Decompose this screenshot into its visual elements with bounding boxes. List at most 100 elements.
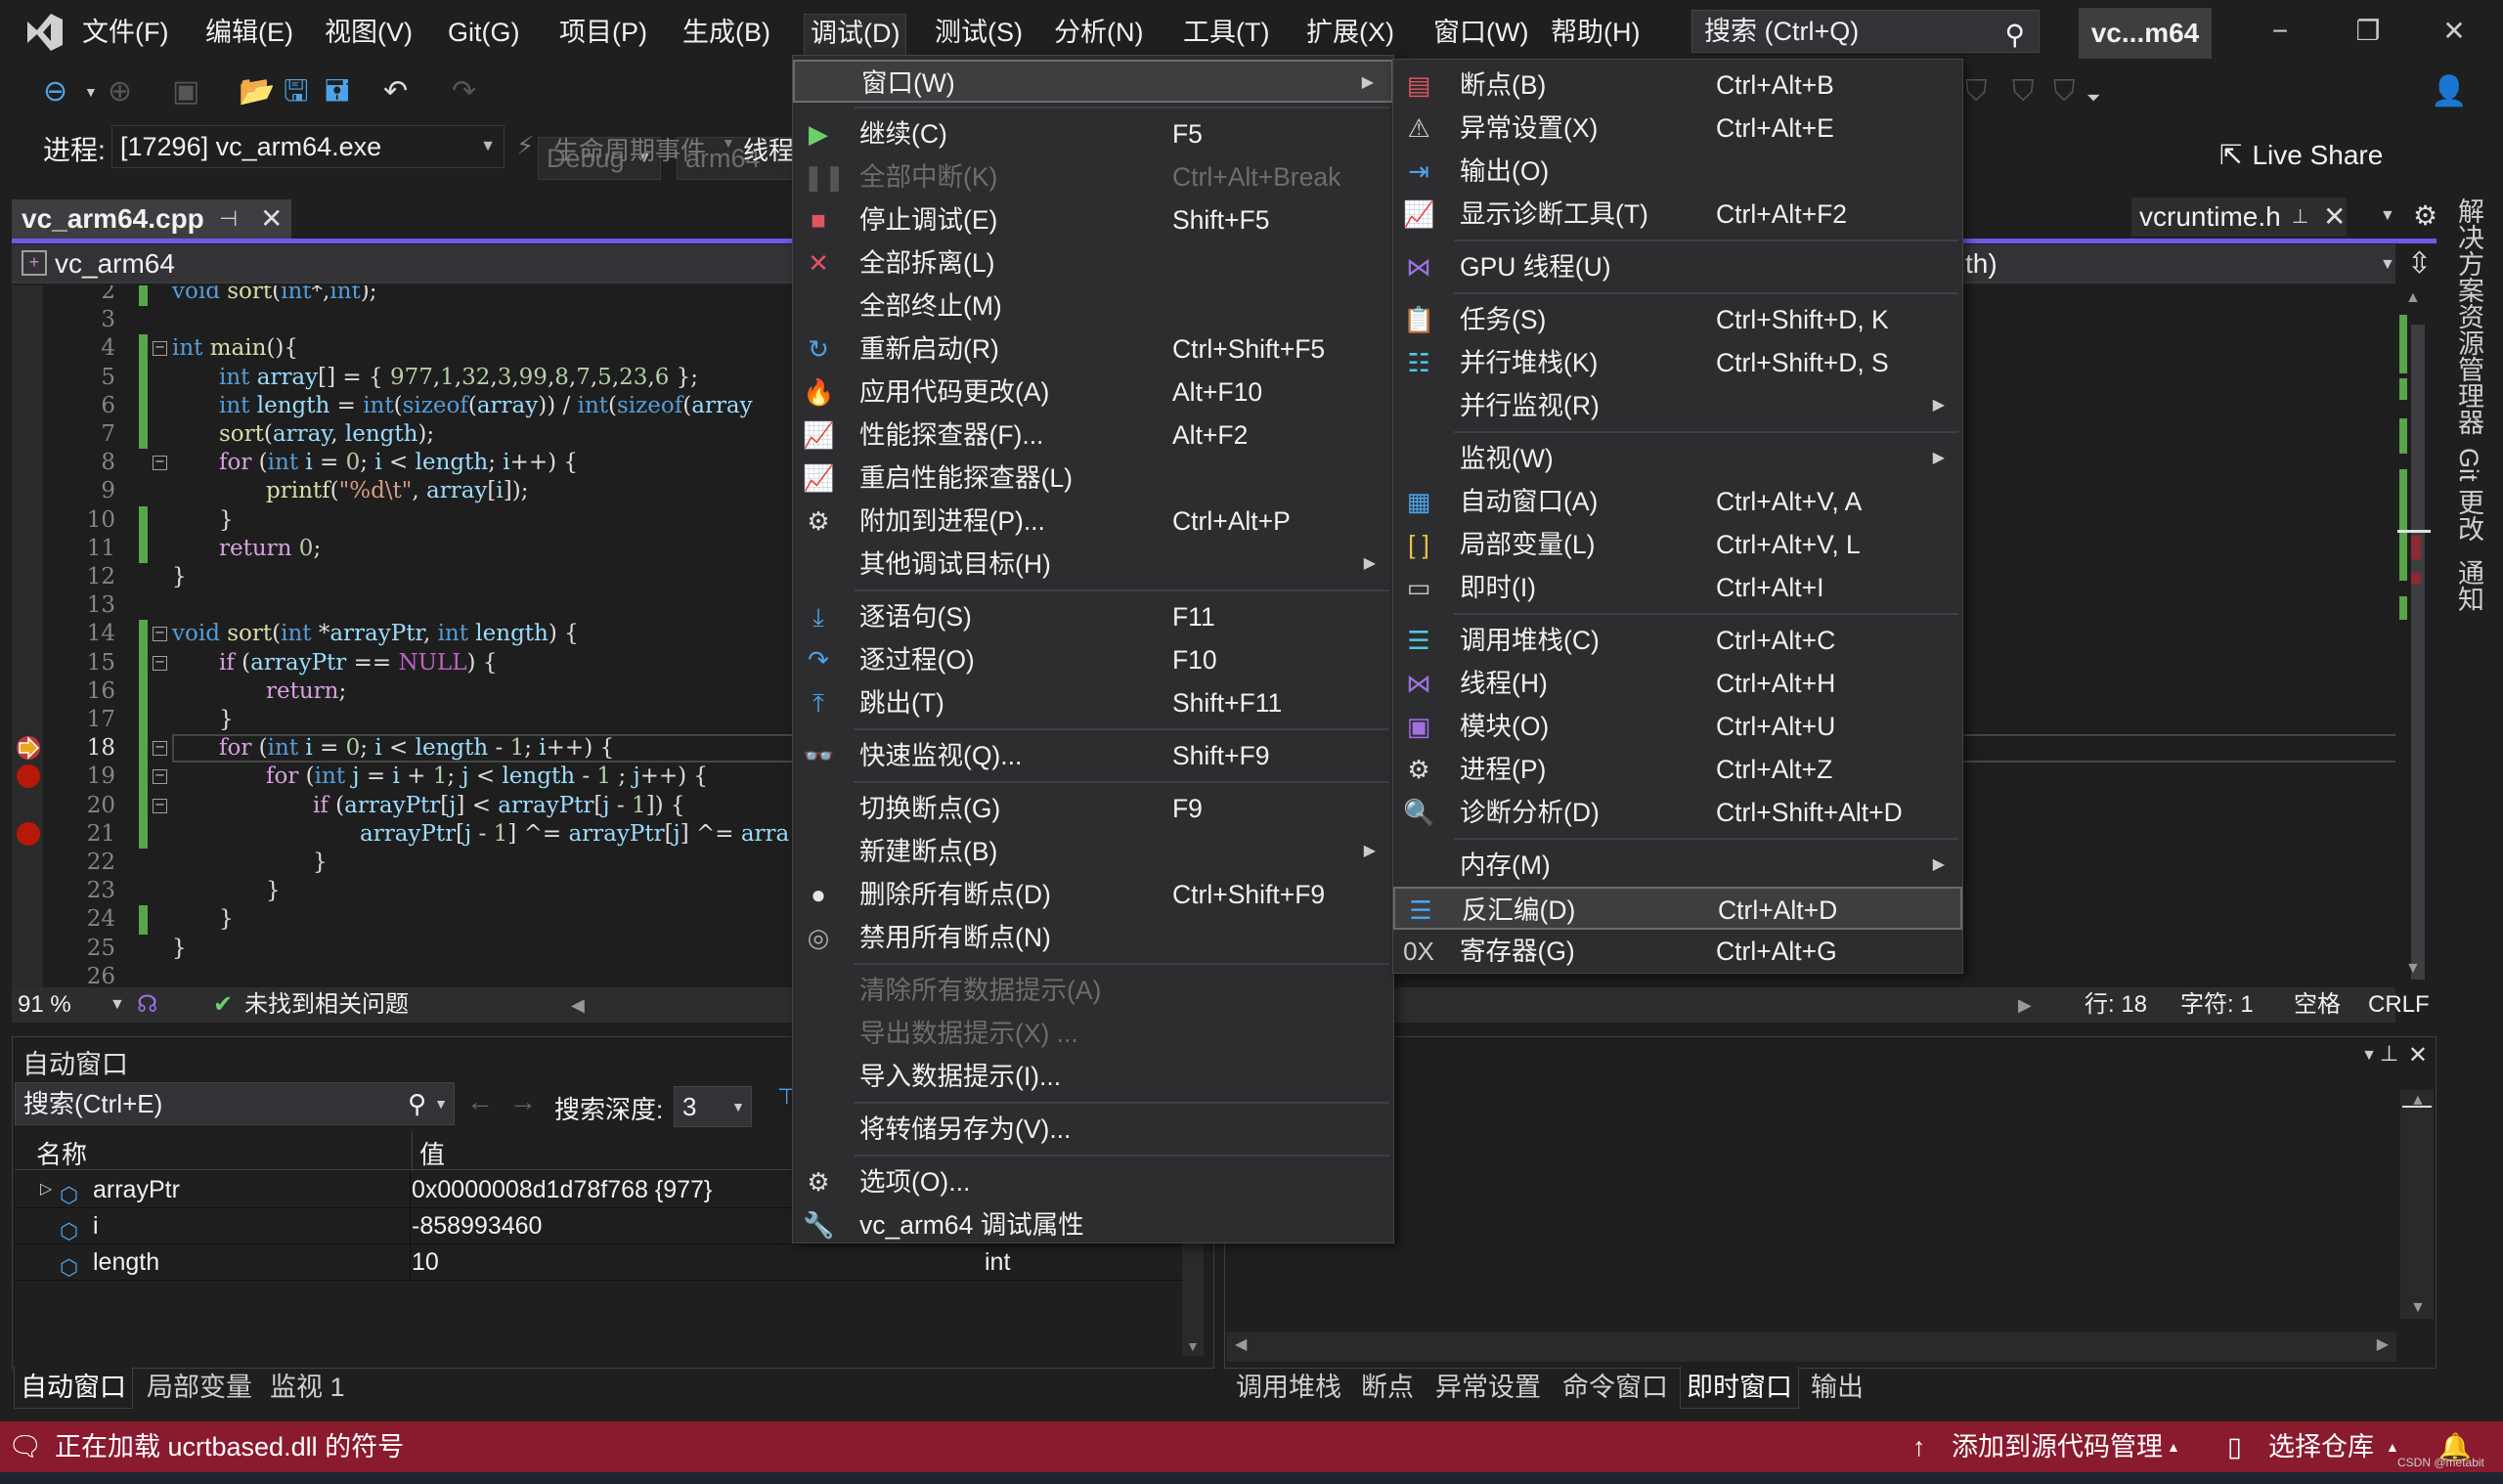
save-icon[interactable]: 🖫: [284, 72, 309, 111]
pin-icon[interactable]: ⊥: [2292, 197, 2308, 237]
debug-menu-item[interactable]: 其他调试目标(H) ▶: [793, 543, 1393, 586]
search-back-icon[interactable]: ←: [466, 1086, 494, 1117]
project-dropdown[interactable]: vc_arm64: [55, 244, 175, 284]
panel-menu-dropdown-icon[interactable]: ▼: [2361, 1047, 2377, 1065]
window-submenu-item[interactable]: 内存(M) ▶: [1393, 844, 1962, 887]
navigate-back-icon[interactable]: ⊖: [43, 72, 67, 111]
bottom-tab-left-2[interactable]: 监视 1: [264, 1367, 351, 1408]
debug-menu-item[interactable]: ● 删除所有断点(D) Ctrl+Shift+F9: [793, 873, 1393, 916]
window-submenu-item[interactable]: [ ] 局部变量(L) Ctrl+Alt+V, L: [1393, 523, 1962, 566]
window-submenu-item[interactable]: ▤ 断点(B) Ctrl+Alt+B: [1393, 64, 1962, 107]
solution-name-badge[interactable]: vc...m64: [2079, 8, 2212, 59]
glyph-margin[interactable]: [12, 285, 43, 987]
menu-1[interactable]: 编辑(E): [199, 14, 299, 53]
debug-menu-item[interactable]: ◎ 禁用所有断点(N): [793, 916, 1393, 959]
minimize-button[interactable]: −: [2261, 12, 2300, 51]
debug-menu-item[interactable]: 新建断点(B) ▶: [793, 830, 1393, 873]
close-tab-icon[interactable]: ✕: [2323, 197, 2346, 237]
autos-row[interactable]: ⬡ length 10 int: [15, 1244, 1186, 1281]
intellicode-icon[interactable]: ☊: [137, 987, 157, 1023]
bookmark-next-icon[interactable]: ⛉: [2012, 72, 2035, 111]
indent-mode-status[interactable]: 空格: [2294, 987, 2341, 1023]
open-folder-icon[interactable]: 📂: [239, 72, 275, 111]
undo-icon[interactable]: ↶: [383, 72, 408, 111]
debug-menu-item[interactable]: 导入数据提示(I)...: [793, 1055, 1393, 1098]
column-header-name[interactable]: 名称: [36, 1135, 87, 1171]
settings-gear-icon[interactable]: ⚙: [2413, 199, 2437, 232]
debug-menu-item[interactable]: 📈 重启性能探查器(L): [793, 457, 1393, 500]
debug-menu-item[interactable]: 切换断点(G) F9: [793, 787, 1393, 830]
side-tab-notifications[interactable]: 通知: [2450, 559, 2488, 612]
window-submenu-item[interactable]: 📋 任务(S) Ctrl+Shift+D, K: [1393, 298, 1962, 341]
column-divider[interactable]: [412, 1131, 413, 1170]
bookmark-icon[interactable]: ⛉: [1965, 72, 1988, 111]
fold-toggle-icon[interactable]: −: [153, 456, 167, 471]
search-depth-dropdown[interactable]: 3 ▼: [674, 1086, 752, 1127]
debug-menu-item[interactable]: 🔧 vc_arm64 调试属性: [793, 1203, 1393, 1246]
editor-vertical-scrollbar[interactable]: ▲ ▼: [2397, 285, 2431, 987]
immediate-vertical-scrollbar[interactable]: ▲ ▼: [2400, 1090, 2434, 1319]
menu-5[interactable]: 生成(B): [677, 14, 776, 53]
breakpoint-icon[interactable]: [17, 764, 40, 789]
window-submenu-item[interactable]: 📈 显示诊断工具(T) Ctrl+Alt+F2: [1393, 193, 1962, 236]
menu-4[interactable]: 项目(P): [553, 14, 653, 53]
scroll-thumb[interactable]: [2402, 1106, 2432, 1108]
instruction-pointer-icon[interactable]: [16, 736, 41, 761]
close-tab-icon[interactable]: ✕: [260, 199, 283, 239]
bottom-tab-right-0[interactable]: 调用堆栈: [1230, 1367, 1347, 1408]
window-submenu-item[interactable]: ⇥ 输出(O): [1393, 150, 1962, 193]
debug-menu-item[interactable]: 窗口(W) ▶: [793, 60, 1393, 103]
new-project-icon[interactable]: ▣: [172, 72, 199, 111]
breakpoint-icon[interactable]: [17, 821, 40, 846]
bottom-tab-right-4[interactable]: 即时窗口: [1680, 1367, 1799, 1409]
process-dropdown[interactable]: [17296] vc_arm64.exe ▼: [111, 125, 505, 168]
scroll-thumb[interactable]: [2411, 325, 2425, 980]
scroll-left-icon[interactable]: ◀: [1235, 1334, 1247, 1354]
window-submenu-item[interactable]: 并行监视(R) ▶: [1393, 384, 1962, 427]
menu-2[interactable]: 视图(V): [319, 14, 418, 53]
debug-menu-item[interactable]: ↻ 重新启动(R) Ctrl+Shift+F5: [793, 327, 1393, 371]
menu-0[interactable]: 文件(F): [76, 14, 174, 53]
side-tab-solution-explorer[interactable]: 解决方案资源管理器: [2450, 197, 2488, 435]
pin-icon[interactable]: ⊣: [219, 199, 238, 239]
line-number-status[interactable]: 行: 18: [2085, 987, 2147, 1023]
column-header-value[interactable]: 值: [419, 1135, 445, 1171]
debug-menu-item[interactable]: ↷ 逐过程(O) F10: [793, 638, 1393, 681]
debug-menu-item[interactable]: ▶ 继续(C) F5: [793, 112, 1393, 155]
split-editor-icon[interactable]: ⇳: [2407, 246, 2432, 281]
zoom-level-dropdown[interactable]: 91 %: [18, 987, 71, 1023]
menu-7[interactable]: 测试(S): [929, 14, 1029, 53]
window-submenu-item[interactable]: ☰ 反汇编(D) Ctrl+Alt+D: [1393, 887, 1962, 930]
menu-9[interactable]: 工具(T): [1177, 14, 1275, 53]
fold-toggle-icon[interactable]: −: [153, 769, 167, 785]
select-repository-button[interactable]: 选择仓库: [2268, 1421, 2374, 1472]
scroll-down-icon[interactable]: ▼: [1186, 1338, 1200, 1354]
tab-vcruntime-h[interactable]: vcruntime.h ⊥ ✕: [2131, 197, 2347, 237]
feedback-chat-icon[interactable]: 🗨: [8, 1421, 43, 1472]
fold-toggle-icon[interactable]: −: [153, 741, 167, 757]
window-submenu-item[interactable]: ☷ 并行堆栈(K) Ctrl+Shift+D, S: [1393, 341, 1962, 384]
fold-toggle-icon[interactable]: −: [153, 627, 167, 642]
pin-icon[interactable]: ⊥: [2380, 1041, 2398, 1067]
window-submenu-item[interactable]: 0X 寄存器(G) Ctrl+Alt+G: [1393, 930, 1962, 973]
menu-11[interactable]: 窗口(W): [1427, 14, 1534, 53]
window-submenu-item[interactable]: ⋈ GPU 线程(U): [1393, 245, 1962, 288]
autos-search-input[interactable]: 搜索(Ctrl+E) ⚲ ▼: [15, 1082, 455, 1125]
bookmark-clear-icon[interactable]: ⛉: [2053, 72, 2076, 111]
close-window-button[interactable]: ✕: [2435, 12, 2474, 51]
debug-menu-item[interactable]: 全部终止(M): [793, 284, 1393, 327]
window-submenu-item[interactable]: ⋈ 线程(H) Ctrl+Alt+H: [1393, 662, 1962, 705]
scroll-down-icon[interactable]: ▼: [2410, 1299, 2426, 1317]
autos-vertical-scrollbar[interactable]: ▼: [1182, 1233, 1204, 1356]
side-tab-git-changes[interactable]: Git 更改: [2450, 448, 2488, 542]
scroll-right-icon[interactable]: ▶: [2018, 987, 2032, 1023]
bottom-tab-left-1[interactable]: 局部变量: [141, 1367, 258, 1408]
save-all-icon[interactable]: 🖬: [325, 72, 350, 111]
redo-icon[interactable]: ↷: [452, 72, 476, 111]
window-submenu-item[interactable]: 监视(W) ▶: [1393, 437, 1962, 480]
window-submenu-item[interactable]: ▦ 自动窗口(A) Ctrl+Alt+V, A: [1393, 480, 1962, 523]
fold-toggle-icon[interactable]: −: [153, 341, 167, 357]
debug-menu-item[interactable]: ⚙ 附加到进程(P)... Ctrl+Alt+P: [793, 500, 1393, 543]
tab-vc-arm64-cpp[interactable]: vc_arm64.cpp ⊣ ✕: [12, 199, 291, 239]
debug-menu-item[interactable]: ■ 停止调试(E) Shift+F5: [793, 198, 1393, 241]
